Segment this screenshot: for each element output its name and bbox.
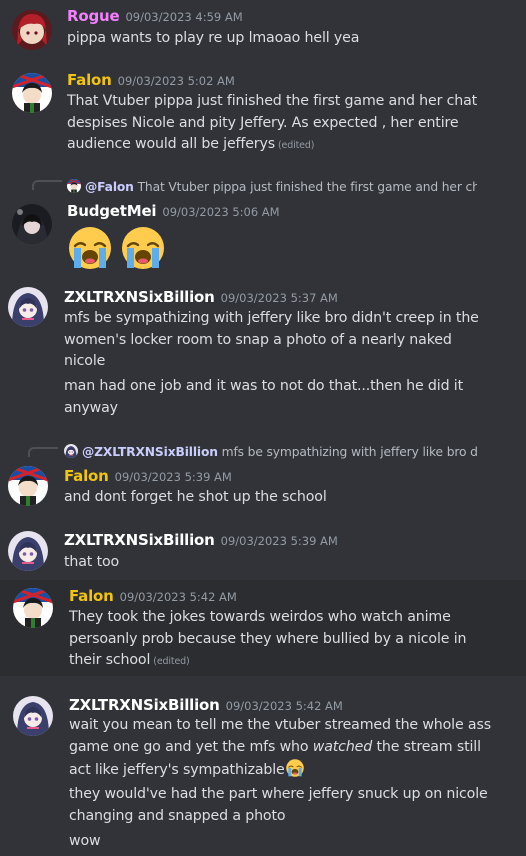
message-budgetmei-1: @Falon That Vtuber pippa just finished t… xyxy=(0,172,526,272)
timestamp: 09/03/2023 5:39 AM xyxy=(114,470,232,484)
message-zxl-3: ZXLTRXNSixBillion 09/03/2023 5:42 AM wait… xyxy=(0,690,526,856)
reply-preview[interactable]: @Falon That Vtuber pippa just finished t… xyxy=(67,179,477,194)
timestamp: 09/03/2023 4:59 AM xyxy=(125,10,243,24)
edited-label: (edited) xyxy=(277,140,315,151)
loudly-crying-face-icon[interactable] xyxy=(66,224,114,272)
reply-text: mfs be sympathizing with jeffery like br… xyxy=(221,445,478,459)
loudly-crying-face-icon[interactable] xyxy=(285,758,305,778)
timestamp: 09/03/2023 5:37 AM xyxy=(220,291,338,305)
message-text: and dont forget he shot up the school xyxy=(64,489,327,505)
reply-avatar xyxy=(64,444,78,458)
reply-preview[interactable]: @ZXLTRXNSixBillion mfs be sympathizing w… xyxy=(64,444,478,459)
message-text: They took the jokes towards weirdos who … xyxy=(69,609,467,668)
timestamp: 09/03/2023 5:42 AM xyxy=(119,590,237,604)
avatar[interactable] xyxy=(8,531,48,571)
timestamp: 09/03/2023 5:02 AM xyxy=(117,74,235,88)
username[interactable]: Falon xyxy=(69,587,114,605)
username[interactable]: ZXLTRXNSixBillion xyxy=(64,288,215,306)
reply-text: That Vtuber pippa just finished the firs… xyxy=(137,180,477,194)
message-text: they would've had the part where jeffery… xyxy=(69,786,488,824)
message-zxl-1: ZXLTRXNSixBillion 09/03/2023 5:37 AM mfs … xyxy=(0,282,526,427)
message-falon-2: @ZXLTRXNSixBillion mfs be sympathizing w… xyxy=(0,438,526,516)
message-text: That Vtuber pippa just finished the firs… xyxy=(67,93,478,152)
message-falon-1: Falon 09/03/2023 5:02 AM That Vtuber pipp… xyxy=(0,68,526,158)
message-rogue-1: Rogue 09/03/2023 4:59 AM pippa wants to p… xyxy=(0,0,526,58)
username[interactable]: ZXLTRXNSixBillion xyxy=(69,696,220,714)
message-text: man had one job and it was to not do tha… xyxy=(64,378,463,416)
username[interactable]: Falon xyxy=(67,71,112,89)
reply-mention[interactable]: @Falon xyxy=(85,180,134,194)
avatar[interactable] xyxy=(12,204,52,244)
message-text: pippa wants to play re up lmaoao hell ye… xyxy=(67,30,360,46)
message-text: that too xyxy=(64,554,120,570)
timestamp: 09/03/2023 5:06 AM xyxy=(162,205,280,219)
reply-mention[interactable]: @ZXLTRXNSixBillion xyxy=(82,445,218,459)
loudly-crying-face-icon[interactable] xyxy=(119,224,167,272)
message-text: mfs be sympathizing with jeffery like br… xyxy=(64,310,479,369)
timestamp: 09/03/2023 5:39 AM xyxy=(220,534,338,548)
message-zxl-2: ZXLTRXNSixBillion 09/03/2023 5:39 AM that… xyxy=(0,524,526,580)
message-text: wait you mean to tell me the vtuber stre… xyxy=(69,717,491,778)
timestamp: 09/03/2023 5:42 AM xyxy=(225,699,343,713)
username[interactable]: ZXLTRXNSixBillion xyxy=(64,531,215,549)
reply-connector xyxy=(28,447,58,457)
reply-connector xyxy=(32,180,62,190)
username[interactable]: Falon xyxy=(64,467,109,485)
edited-label: (edited) xyxy=(153,656,190,667)
avatar[interactable] xyxy=(8,287,48,327)
avatar[interactable] xyxy=(13,588,53,628)
avatar[interactable] xyxy=(12,73,52,113)
message-falon-3: Falon 09/03/2023 5:42 AM They took the jo… xyxy=(0,580,526,676)
username[interactable]: Rogue xyxy=(67,7,120,25)
username[interactable]: BudgetMei xyxy=(67,202,157,220)
avatar[interactable] xyxy=(13,696,53,736)
message-text: wow xyxy=(69,833,101,849)
avatar[interactable] xyxy=(8,466,48,506)
reply-avatar xyxy=(67,179,81,193)
avatar[interactable] xyxy=(12,10,52,50)
